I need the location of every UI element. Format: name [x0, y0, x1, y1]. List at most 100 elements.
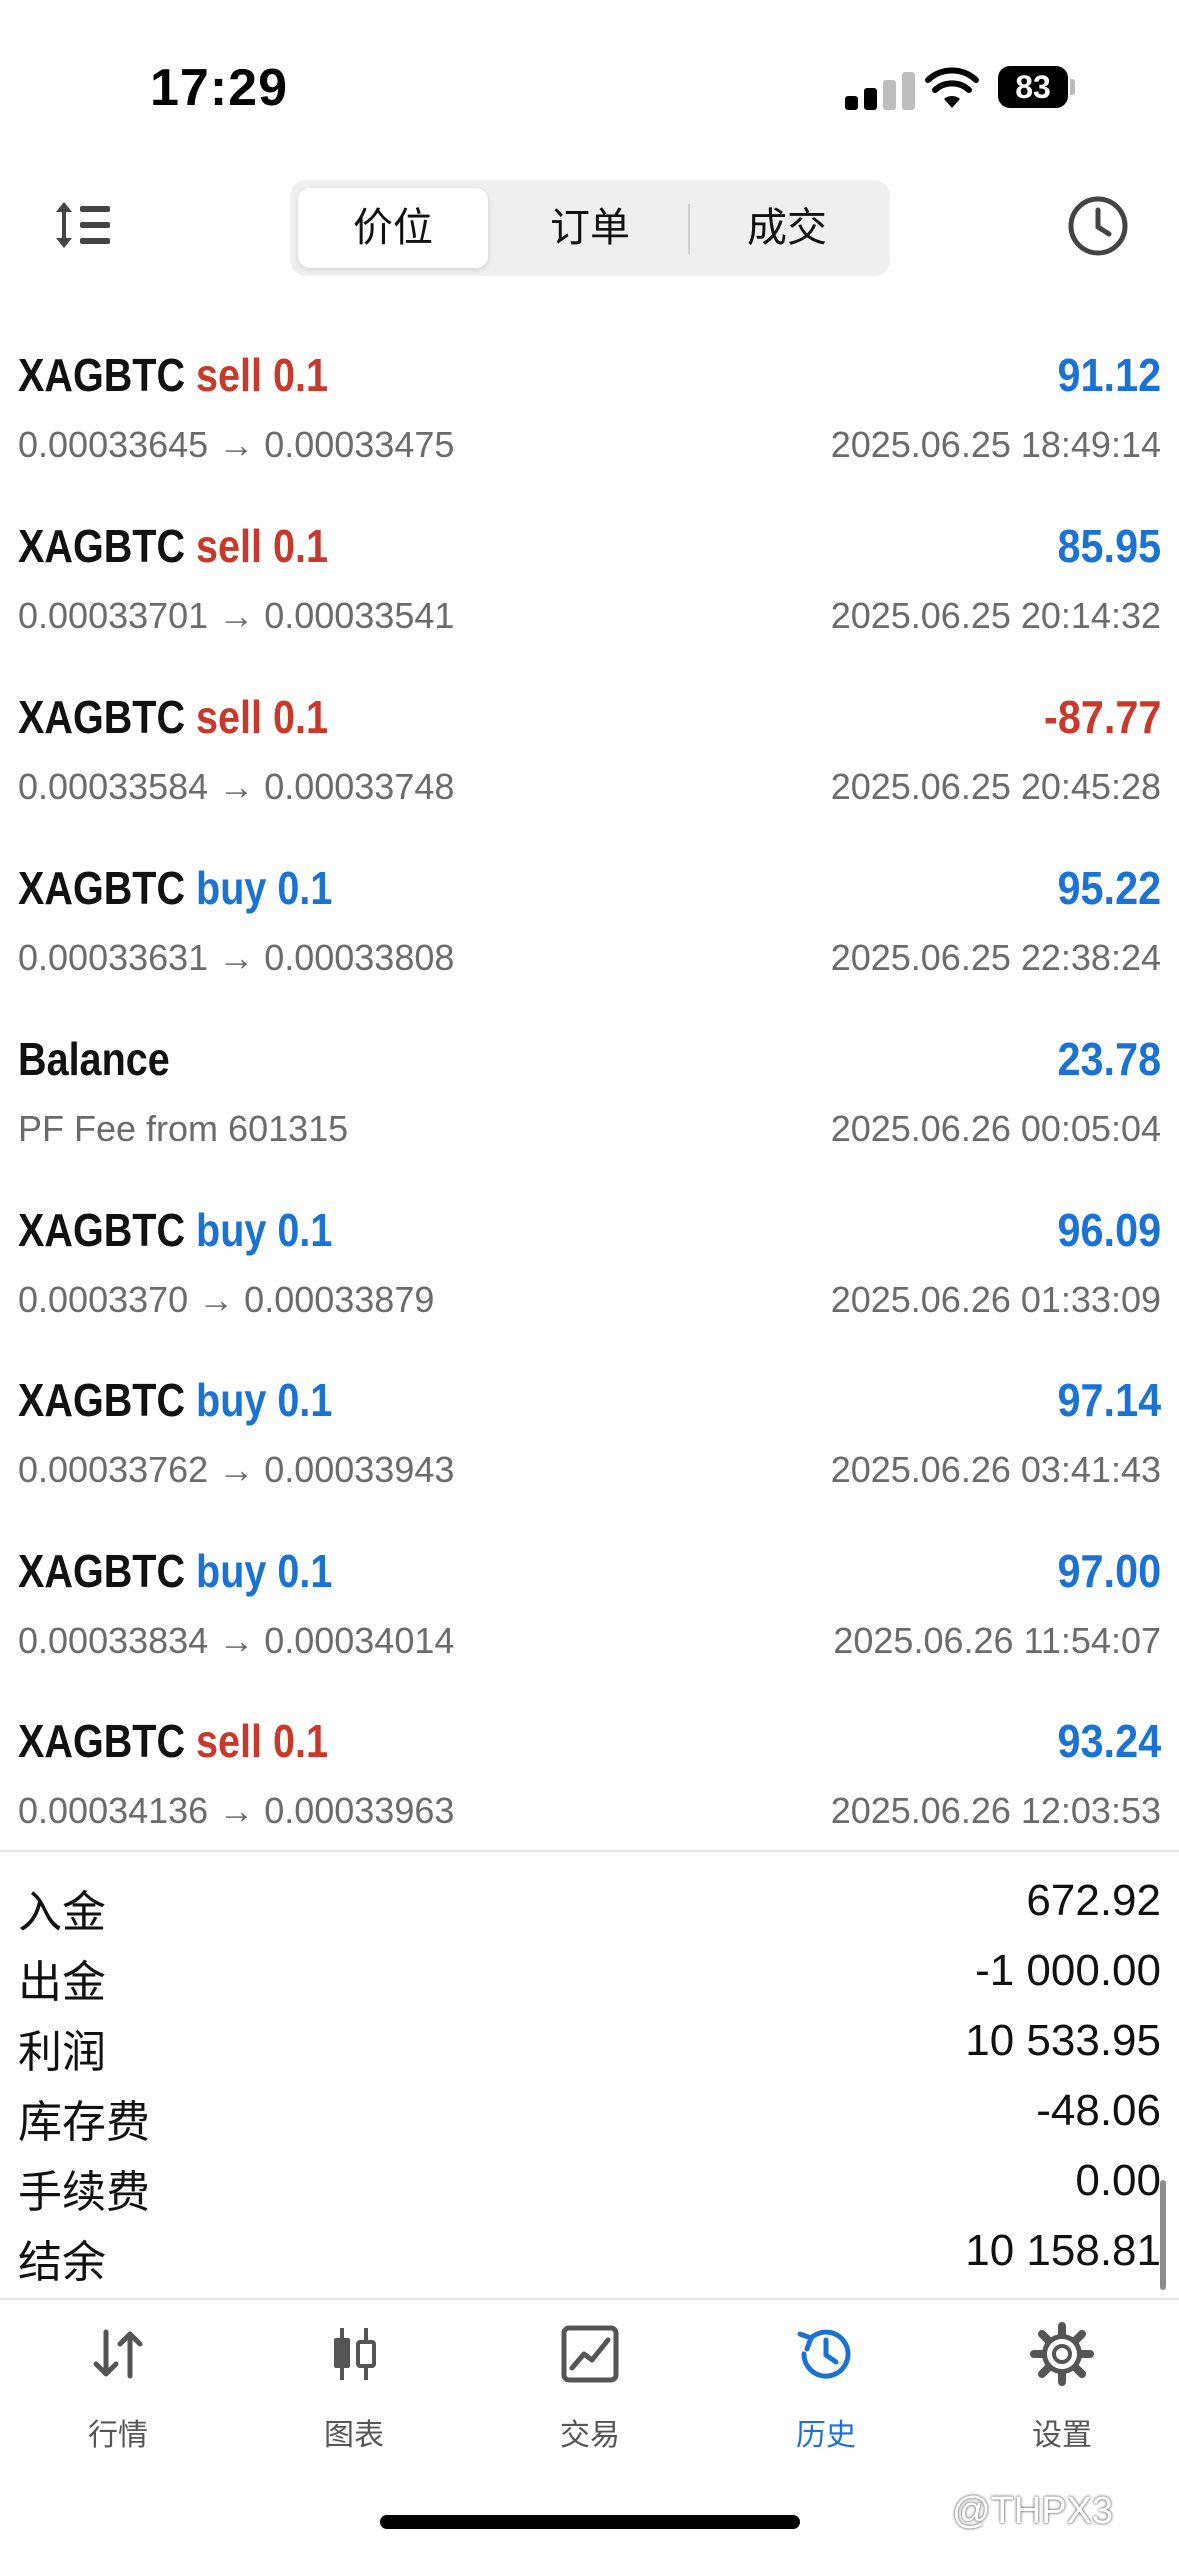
deal-symbol-line: XAGBTC sell 0.1 — [18, 519, 328, 573]
balance-row[interactable]: Balance 23.78 PF Fee from 601315 2025.06… — [0, 1016, 1179, 1186]
deal-type: sell — [196, 1715, 263, 1767]
deal-profit: -87.77 — [1043, 691, 1161, 743]
deal-symbol-line: Balance — [18, 1032, 170, 1086]
deal-time: 2025.06.25 22:38:24 — [830, 937, 1161, 978]
deal-symbol-line: XAGBTC buy 0.1 — [18, 861, 332, 915]
summary-value: 10 158.81 — [965, 2226, 1161, 2275]
deal-time: 2025.06.26 11:54:07 — [833, 1620, 1161, 1661]
deal-symbol-line: XAGBTC sell 0.1 — [18, 690, 328, 744]
tab-label: 行情 — [88, 2419, 148, 2452]
summary-label: 出金 — [18, 1958, 106, 2007]
deal-type: buy — [196, 1545, 267, 1597]
segment-orders[interactable]: 订单 — [495, 188, 685, 268]
deal-profit: 23.78 — [1057, 1033, 1161, 1085]
deal-time: 2025.06.26 01:33:09 — [830, 1279, 1161, 1320]
deal-prices: 0.00033584 → 0.00033748 — [18, 766, 455, 807]
tab-settings[interactable]: 设置 — [944, 2310, 1179, 2460]
deal-time: 2025.06.25 20:14:32 — [830, 595, 1161, 636]
deal-row[interactable]: XAGBTC buy 0.1 97.00 0.00033834 → 0.0003… — [0, 1528, 1179, 1698]
candlestick-chart-icon — [334, 2328, 376, 2380]
history-icon — [797, 2329, 851, 2379]
deal-symbol-line: XAGBTC buy 0.1 — [18, 1203, 332, 1257]
deal-profit: 93.24 — [1057, 1715, 1161, 1767]
deal-prices: 0.00033762 → 0.00033943 — [18, 1449, 455, 1490]
gear-icon — [1030, 2322, 1094, 2386]
deal-prices: 0.00033701 → 0.00033541 — [18, 595, 455, 636]
quotes-arrows-icon — [93, 2329, 143, 2379]
deal-volume: 0.1 — [273, 520, 329, 572]
deal-symbol: Balance — [18, 1033, 170, 1085]
segment-positions[interactable]: 价位 — [298, 188, 488, 268]
deal-row[interactable]: XAGBTC sell 0.1 93.24 0.00034136 → 0.000… — [0, 1698, 1179, 1868]
deal-time: 2025.06.25 18:49:14 — [830, 424, 1161, 465]
cellular-signal-icon — [845, 70, 915, 110]
deal-profit: 91.12 — [1057, 349, 1161, 401]
sort-icon[interactable] — [52, 198, 114, 252]
summary-commission: 手续费 0.00 — [0, 2156, 1179, 2226]
deal-symbol: XAGBTC — [18, 1545, 186, 1597]
tab-trade[interactable]: 交易 — [472, 2310, 708, 2460]
deal-prices: 0.00033834 → 0.00034014 — [18, 1620, 455, 1661]
deal-symbol: XAGBTC — [18, 520, 186, 572]
deal-type: sell — [196, 520, 263, 572]
deal-row[interactable]: XAGBTC sell 0.1 85.95 0.00033701 → 0.000… — [0, 503, 1179, 673]
tab-label: 历史 — [796, 2419, 856, 2452]
scroll-indicator[interactable] — [1160, 2180, 1166, 2290]
deal-volume: 0.1 — [277, 862, 333, 914]
deal-row[interactable]: XAGBTC sell 0.1 91.12 0.00033645 → 0.000… — [0, 332, 1179, 502]
home-indicator[interactable] — [380, 2515, 800, 2529]
summary-label: 库存费 — [18, 2098, 150, 2147]
watermark: @THPX3 — [952, 2490, 1114, 2532]
tabbar-divider — [0, 2298, 1179, 2300]
battery-level: 83 — [1015, 69, 1051, 105]
deal-time: 2025.06.25 20:45:28 — [830, 766, 1161, 807]
summary-withdrawal: 出金 -1 000.00 — [0, 1946, 1179, 2016]
deal-type: buy — [196, 862, 267, 914]
status-time: 17:29 — [150, 59, 288, 117]
segment-divider — [688, 204, 690, 254]
deal-row[interactable]: XAGBTC buy 0.1 95.22 0.00033631 → 0.0003… — [0, 845, 1179, 1015]
deal-type: buy — [196, 1204, 267, 1256]
summary-value: 672.92 — [1026, 1876, 1161, 1925]
deal-profit: 97.00 — [1057, 1545, 1161, 1597]
deal-time: 2025.06.26 12:03:53 — [830, 1790, 1161, 1831]
deal-volume: 0.1 — [277, 1374, 333, 1426]
deal-symbol-line: XAGBTC sell 0.1 — [18, 1714, 328, 1768]
summary-label: 入金 — [18, 1888, 106, 1937]
summary-value: 10 533.95 — [965, 2016, 1161, 2065]
tab-label: 图表 — [324, 2419, 384, 2452]
summary-value: 0.00 — [1075, 2156, 1161, 2205]
deal-type: buy — [196, 1374, 267, 1426]
tab-history[interactable]: 历史 — [708, 2310, 944, 2460]
deal-comment: PF Fee from 601315 — [18, 1108, 349, 1149]
deal-volume: 0.1 — [273, 691, 329, 743]
deal-prices: 0.0003370 → 0.00033879 — [18, 1279, 435, 1320]
deal-time: 2025.06.26 00:05:04 — [830, 1108, 1161, 1149]
deal-row[interactable]: XAGBTC sell 0.1 -87.77 0.00033584 → 0.00… — [0, 674, 1179, 844]
tab-quotes[interactable]: 行情 — [0, 2310, 236, 2460]
tab-charts[interactable]: 图表 — [236, 2310, 472, 2460]
deal-volume: 0.1 — [277, 1545, 333, 1597]
deal-row[interactable]: XAGBTC buy 0.1 97.14 0.00033762 → 0.0003… — [0, 1357, 1179, 1527]
deal-symbol: XAGBTC — [18, 1374, 186, 1426]
deal-row[interactable]: XAGBTC buy 0.1 96.09 0.0003370 → 0.00033… — [0, 1187, 1179, 1357]
deal-time: 2025.06.26 03:41:43 — [830, 1449, 1161, 1490]
deal-prices: 0.00034136 → 0.00033963 — [18, 1790, 455, 1831]
deal-volume: 0.1 — [273, 1715, 329, 1767]
summary-value: -1 000.00 — [975, 1946, 1161, 1995]
summary-profit: 利润 10 533.95 — [0, 2016, 1179, 2086]
deal-symbol-line: XAGBTC buy 0.1 — [18, 1544, 332, 1598]
segmented-control: 价位 订单 成交 — [290, 180, 890, 276]
deal-symbol: XAGBTC — [18, 691, 186, 743]
deal-profit: 97.14 — [1057, 1374, 1161, 1426]
tab-label: 交易 — [560, 2419, 620, 2452]
trade-chart-icon — [561, 2325, 619, 2383]
segment-deals[interactable]: 成交 — [692, 188, 882, 268]
tab-label: 设置 — [1032, 2419, 1092, 2452]
summary-label: 结余 — [18, 2238, 106, 2287]
deal-type: sell — [196, 349, 263, 401]
clock-icon[interactable] — [1066, 194, 1130, 258]
deal-prices: 0.00033645 → 0.00033475 — [18, 424, 455, 465]
deal-volume: 0.1 — [273, 349, 329, 401]
summary-deposit: 入金 672.92 — [0, 1876, 1179, 1946]
